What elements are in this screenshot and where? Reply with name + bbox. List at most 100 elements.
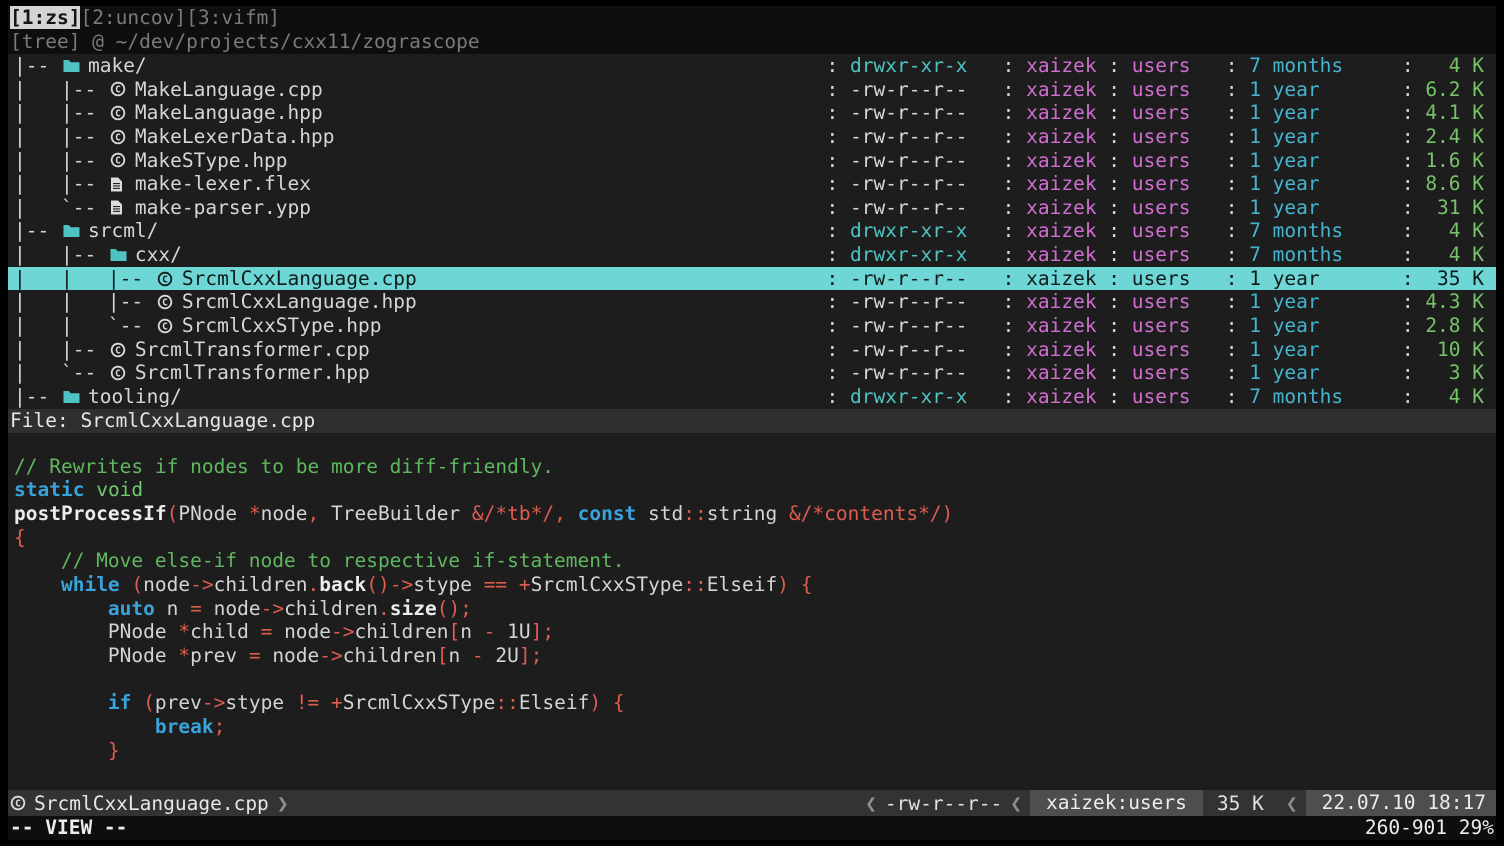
cpp-icon: C (108, 365, 135, 381)
scroll-position: 260-901 29% (1365, 816, 1494, 840)
file-name: MakeLexerData.hpp (135, 125, 335, 149)
statusbar-filename: SrcmlCxxLanguage.cpp (32, 792, 269, 815)
file-row[interactable]: | |-- cxx/ : drwxr-xr-x : xaizek : users… (8, 243, 1496, 267)
permissions: -rw-r--r-- (850, 338, 991, 362)
column-separator: : (1097, 149, 1132, 173)
svg-text:C: C (15, 798, 21, 809)
file-row[interactable]: | |-- CMakeLanguage.cpp : -rw-r--r-- : x… (8, 78, 1496, 102)
file-attributes: : -rw-r--r-- : xaizek : users : 1 year :… (815, 101, 1484, 125)
mtime: 1 year (1249, 338, 1390, 362)
column-separator: : (1390, 267, 1425, 291)
code-operator: &/*tb*/, (472, 502, 566, 525)
code-operator: * (249, 502, 261, 525)
column-separator: : (815, 385, 850, 409)
cpp-icon: C (108, 81, 135, 97)
size: 1.6 K (1425, 149, 1484, 173)
code-text (566, 502, 578, 525)
group: users (1132, 267, 1214, 291)
mtime: 1 year (1249, 149, 1390, 173)
tree-branch: | |-- (14, 149, 108, 173)
file-row[interactable]: | |-- make-lexer.flex : -rw-r--r-- : xai… (8, 172, 1496, 196)
file-attributes: : -rw-r--r-- : xaizek : users : 1 year :… (815, 314, 1484, 338)
code-function: back (319, 573, 366, 596)
column-separator: : (991, 125, 1026, 149)
column-separator: : (1390, 290, 1425, 314)
code-function: postProcessIf (14, 502, 167, 525)
code-keyword: while (61, 573, 120, 596)
file-attributes: : drwxr-xr-x : xaizek : users : 7 months… (815, 219, 1484, 243)
code-operator: = (261, 620, 273, 643)
permissions: -rw-r--r-- (850, 314, 991, 338)
owner: xaizek (1026, 149, 1096, 173)
code-operator: ) { (589, 691, 624, 714)
file-row[interactable]: | |-- CMakeLanguage.hpp : -rw-r--r-- : x… (8, 101, 1496, 125)
svg-text:C: C (162, 298, 168, 309)
file-name: make-parser.ypp (135, 196, 311, 220)
code-text: n (460, 620, 483, 643)
file-row[interactable]: | |-- CSrcmlTransformer.cpp : -rw-r--r--… (8, 338, 1496, 362)
column-separator: : (1390, 78, 1425, 102)
file-row[interactable]: | | |-- CSrcmlCxxLanguage.cpp : -rw-r--r… (8, 267, 1496, 291)
code-operator: :: (683, 573, 706, 596)
code-function: size (390, 597, 437, 620)
column-separator: : (1097, 219, 1132, 243)
column-separator: : (1097, 361, 1132, 385)
file-name: SrcmlCxxLanguage.hpp (182, 290, 417, 314)
code-operator: -> (319, 644, 342, 667)
group: users (1132, 361, 1214, 385)
file-row[interactable]: | `-- CSrcmlTransformer.hpp : -rw-r--r--… (8, 361, 1496, 385)
code-text: Elseif (707, 573, 777, 596)
column-separator: : (1390, 314, 1425, 338)
file-row[interactable]: | `-- make-parser.ypp : -rw-r--r-- : xai… (8, 196, 1496, 220)
column-separator: : (1214, 290, 1249, 314)
code-comment: // Move else-if node to respective if-st… (14, 549, 624, 572)
group: users (1132, 243, 1214, 267)
file-row[interactable]: |-- srcml/ : drwxr-xr-x : xaizek : users… (8, 219, 1496, 243)
column-separator: : (1214, 125, 1249, 149)
code-operator: ()-> (366, 573, 413, 596)
column-separator: : (991, 385, 1026, 409)
column-separator: : (1214, 54, 1249, 78)
column-separator: : (1214, 78, 1249, 102)
tab-zs[interactable]: [1:zs] (10, 6, 80, 29)
doc-icon (108, 200, 135, 215)
statusbar-size: 35 K (1203, 792, 1278, 815)
code-text (84, 478, 96, 501)
file-name: make-lexer.flex (135, 172, 311, 196)
column-separator: : (1097, 314, 1132, 338)
file-row[interactable]: | |-- CMakeSType.hpp : -rw-r--r-- : xaiz… (8, 149, 1496, 173)
file-name: cxx/ (135, 243, 182, 267)
code-keyword: break (155, 715, 214, 738)
code-operator: (); (437, 597, 472, 620)
cpp-icon: C (108, 152, 135, 168)
file-row[interactable]: |-- make/ : drwxr-xr-x : xaizek : users … (8, 54, 1496, 78)
code-text: string (707, 502, 789, 525)
file-name: make/ (88, 54, 147, 78)
code-operator: ( (131, 573, 143, 596)
group: users (1132, 78, 1214, 102)
file-name: SrcmlTransformer.cpp (135, 338, 370, 362)
file-row[interactable]: | | |-- CSrcmlCxxLanguage.hpp : -rw-r--r… (8, 290, 1496, 314)
code-text: node (202, 597, 261, 620)
mtime: 1 year (1249, 290, 1390, 314)
file-row[interactable]: | | `-- CSrcmlCxxSType.hpp : -rw-r--r-- … (8, 314, 1496, 338)
mtime: 1 year (1249, 361, 1390, 385)
file-row[interactable]: | |-- CMakeLexerData.hpp : -rw-r--r-- : … (8, 125, 1496, 149)
column-separator: : (1214, 149, 1249, 173)
svg-text:C: C (115, 108, 121, 119)
code-text: children (214, 573, 308, 596)
code-line (14, 668, 1496, 692)
file-row[interactable]: |-- tooling/ : drwxr-xr-x : xaizek : use… (8, 385, 1496, 409)
tree-branch: | |-- (14, 243, 108, 267)
column-separator: : (1390, 172, 1425, 196)
column-separator: : (991, 267, 1026, 291)
code-operator: . (378, 597, 390, 620)
owner: xaizek (1026, 267, 1096, 291)
vifm-terminal-window: [1:zs][2:uncov][3:vifm] [tree] @ ~/dev/p… (0, 0, 1504, 846)
code-operator: ]; (519, 644, 542, 667)
column-separator: : (1214, 385, 1249, 409)
tab-uncov[interactable]: [2:uncov] (80, 6, 186, 29)
tab-vifm[interactable]: [3:vifm] (186, 6, 280, 29)
column-separator: : (1097, 172, 1132, 196)
permissions: drwxr-xr-x (850, 54, 991, 78)
